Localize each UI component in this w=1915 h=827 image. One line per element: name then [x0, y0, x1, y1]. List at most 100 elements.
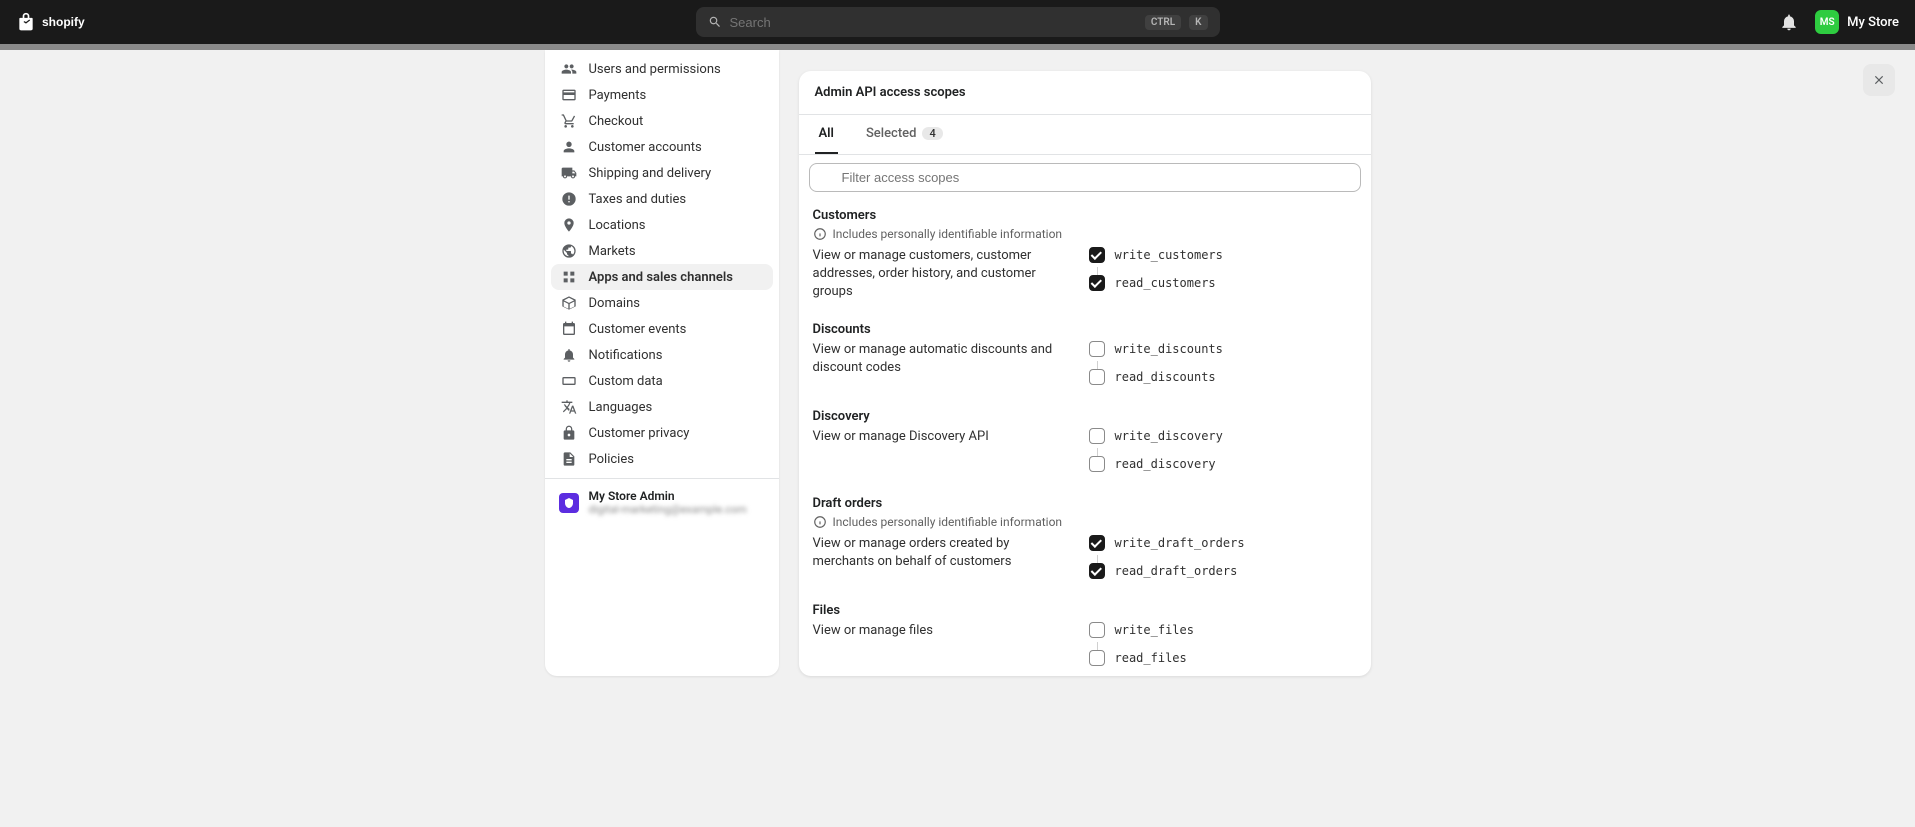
close-button[interactable] — [1863, 64, 1895, 96]
sidebar-item-label: Notifications — [589, 348, 663, 363]
pii-note: Includes personally identifiable informa… — [813, 227, 1357, 241]
scope-list[interactable]: CustomersIncludes personally identifiabl… — [799, 200, 1371, 676]
scope-label: read_customers — [1115, 276, 1216, 290]
sidebar-item-label: Customer accounts — [589, 140, 702, 155]
sidebar-item-customer-events[interactable]: Customer events — [551, 316, 773, 342]
scope-label: write_customers — [1115, 248, 1223, 262]
events-icon — [561, 321, 577, 337]
apps-icon — [561, 269, 577, 285]
search-kbd-k: K — [1189, 15, 1207, 30]
sidebar-item-markets[interactable]: Markets — [551, 238, 773, 264]
sidebar-item-label: Markets — [589, 244, 636, 259]
sidebar-item-domains[interactable]: Domains — [551, 290, 773, 316]
sidebar-item-users-and-permissions[interactable]: Users and permissions — [551, 56, 773, 82]
sidebar-item-languages[interactable]: Languages — [551, 394, 773, 420]
shopify-bag-icon — [16, 11, 36, 33]
sidebar-item-taxes-and-duties[interactable]: Taxes and duties — [551, 186, 773, 212]
app-header: shopify CTRL K MS My Store — [0, 0, 1915, 44]
sidebar-item-checkout[interactable]: Checkout — [551, 108, 773, 134]
sidebar-item-policies[interactable]: Policies — [551, 446, 773, 472]
pii-note: Includes personally identifiable informa… — [813, 515, 1357, 529]
panel-title: Admin API access scopes — [799, 71, 1371, 115]
scope-label: read_files — [1115, 651, 1187, 665]
connector-line — [1097, 361, 1357, 369]
checkbox-read_files[interactable] — [1089, 650, 1105, 666]
sidebar-item-label: Custom data — [589, 374, 663, 389]
sidebar-item-label: Taxes and duties — [589, 192, 687, 207]
scope-description: View or manage Discovery API — [813, 428, 1073, 476]
scope-title: Files — [813, 603, 1357, 618]
location-icon — [561, 217, 577, 233]
admin-name: My Store Admin — [589, 489, 747, 503]
scope-description: View or manage files — [813, 622, 1073, 670]
tab-selected[interactable]: Selected 4 — [862, 115, 947, 154]
sidebar-footer[interactable]: My Store Admin digital-marketing@example… — [545, 478, 779, 526]
connector-line — [1097, 267, 1357, 275]
sidebar-item-label: Shipping and delivery — [589, 166, 712, 181]
scope-title: Discounts — [813, 322, 1357, 337]
info-icon — [813, 227, 827, 241]
checkbox-write_files[interactable] — [1089, 622, 1105, 638]
tax-icon — [561, 191, 577, 207]
user-icon — [561, 139, 577, 155]
tab-all[interactable]: All — [815, 115, 838, 154]
truck-icon — [561, 165, 577, 181]
sidebar-item-shipping-and-delivery[interactable]: Shipping and delivery — [551, 160, 773, 186]
info-icon — [813, 515, 827, 529]
scope-description: View or manage automatic discounts and d… — [813, 341, 1073, 389]
scope-label: write_discounts — [1115, 342, 1223, 356]
store-avatar: MS — [1815, 10, 1839, 34]
lang-icon — [561, 399, 577, 415]
sidebar-item-label: Locations — [589, 218, 646, 233]
search-icon — [708, 15, 722, 29]
checkbox-write_discounts[interactable] — [1089, 341, 1105, 357]
scope-group-discounts: Discounts View or manage automatic disco… — [813, 322, 1357, 389]
scope-description: View or manage orders created by merchan… — [813, 535, 1073, 583]
admin-avatar-icon — [559, 493, 579, 513]
sidebar-item-label: Languages — [589, 400, 653, 415]
sidebar-item-apps-and-sales-channels[interactable]: Apps and sales channels — [551, 264, 773, 290]
scope-label: write_files — [1115, 623, 1194, 637]
scope-title: Discovery — [813, 409, 1357, 424]
notifications-icon[interactable] — [1779, 12, 1799, 32]
checkbox-write_customers[interactable] — [1089, 247, 1105, 263]
sidebar-item-notifications[interactable]: Notifications — [551, 342, 773, 368]
shopify-wordmark-icon: shopify — [42, 14, 98, 30]
svg-text:shopify: shopify — [42, 15, 85, 29]
checkbox-write_draft_orders[interactable] — [1089, 535, 1105, 551]
scope-label: read_discounts — [1115, 370, 1216, 384]
checkbox-read_draft_orders[interactable] — [1089, 563, 1105, 579]
sidebar-item-label: Users and permissions — [589, 62, 721, 77]
checkbox-read_customers[interactable] — [1089, 275, 1105, 291]
checkbox-read_discovery[interactable] — [1089, 456, 1105, 472]
checkbox-read_discounts[interactable] — [1089, 369, 1105, 385]
lock-icon — [561, 425, 577, 441]
domain-icon — [561, 295, 577, 311]
access-scopes-panel: Admin API access scopes All Selected 4 C… — [799, 71, 1371, 676]
users-icon — [561, 61, 577, 77]
store-menu[interactable]: MS My Store — [1815, 10, 1899, 34]
sidebar-item-customer-accounts[interactable]: Customer accounts — [551, 134, 773, 160]
global-search[interactable]: CTRL K — [696, 7, 1220, 37]
scope-group-files: Files View or manage files write_files r… — [813, 603, 1357, 670]
sidebar-item-label: Customer privacy — [589, 426, 690, 441]
shopify-logo[interactable]: shopify — [16, 11, 98, 33]
sidebar-item-locations[interactable]: Locations — [551, 212, 773, 238]
bell-icon — [561, 347, 577, 363]
connector-line — [1097, 448, 1357, 456]
sidebar-item-label: Checkout — [589, 114, 644, 129]
sidebar-item-label: Policies — [589, 452, 634, 467]
sidebar-item-payments[interactable]: Payments — [551, 82, 773, 108]
sidebar-item-label: Apps and sales channels — [589, 270, 733, 285]
scope-group-customers: CustomersIncludes personally identifiabl… — [813, 208, 1357, 302]
tab-selected-count: 4 — [922, 127, 942, 140]
sidebar-item-label: Domains — [589, 296, 640, 311]
credit-card-icon — [561, 87, 577, 103]
sidebar-item-customer-privacy[interactable]: Customer privacy — [551, 420, 773, 446]
filter-scopes-input[interactable] — [809, 163, 1361, 192]
globe-icon — [561, 243, 577, 259]
sidebar-item-custom-data[interactable]: Custom data — [551, 368, 773, 394]
search-input[interactable] — [730, 15, 1137, 30]
data-icon — [561, 373, 577, 389]
checkbox-write_discovery[interactable] — [1089, 428, 1105, 444]
